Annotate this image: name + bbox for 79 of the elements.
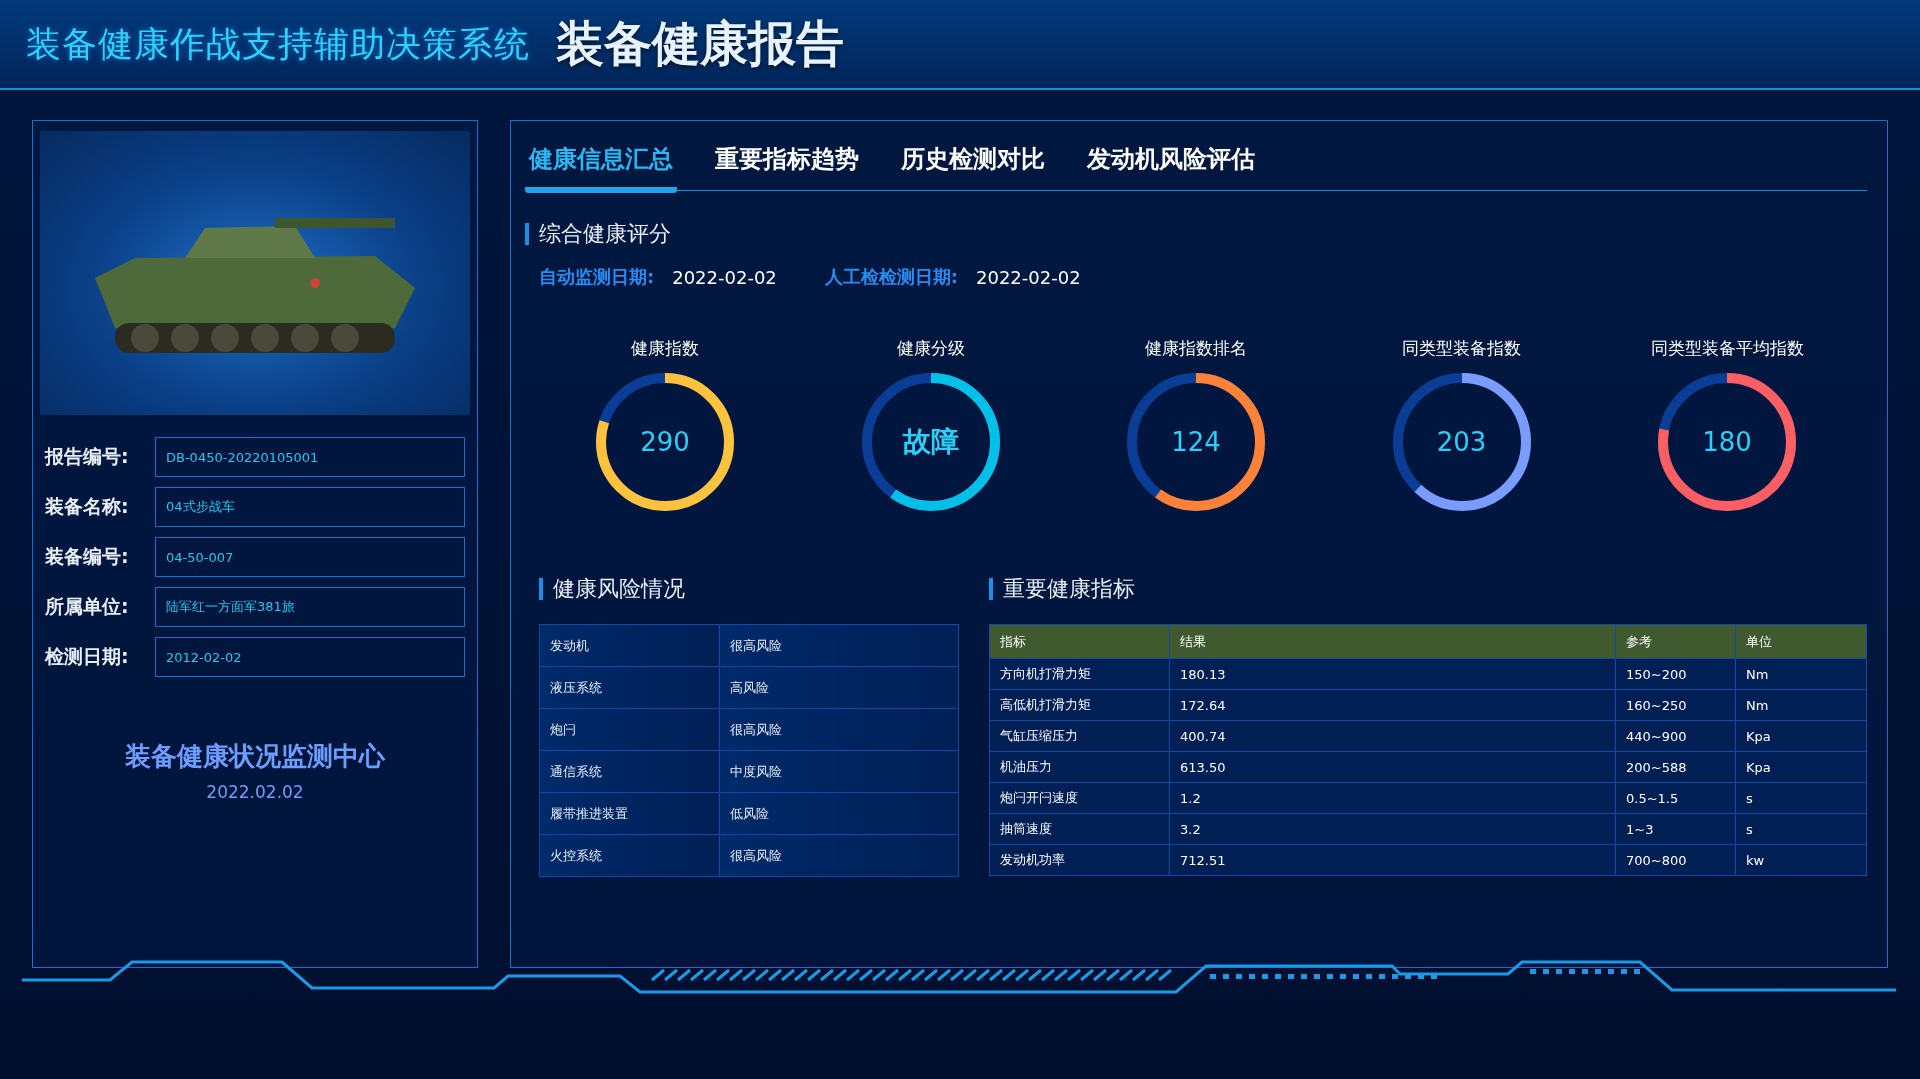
table-cell: 高低机打滑力矩: [989, 689, 1170, 721]
column-header: 结果: [1169, 624, 1616, 659]
gauge-value: 203: [1435, 427, 1488, 457]
table-cell: 很高风险: [719, 834, 959, 877]
table-cell: 180.13: [1169, 658, 1616, 690]
section-title: 综合健康评分: [525, 223, 1867, 245]
field-value: 04式步战车: [155, 487, 465, 527]
table-cell: 160~250: [1615, 689, 1736, 721]
table-cell: 发动机功率: [989, 844, 1170, 876]
date-label: 人工检检测日期:: [824, 265, 958, 289]
table-cell: 3.2: [1169, 813, 1616, 845]
table-cell: 履带推进装置: [539, 792, 720, 835]
table-cell: Nm: [1735, 658, 1867, 690]
system-title: 装备健康作战支持辅助决策系统: [26, 22, 530, 66]
field-label: 检测日期:: [45, 644, 130, 669]
table-cell: 172.64: [1169, 689, 1616, 721]
tab[interactable]: 历史检测对比: [897, 143, 1049, 193]
table-cell: 液压系统: [539, 666, 720, 709]
table-cell: 中度风险: [719, 750, 959, 793]
table-cell: 200~588: [1615, 751, 1736, 783]
section-title: 健康风险情况: [539, 578, 959, 600]
table-cell: 炮闩: [539, 708, 720, 751]
center-name: 装备健康状况监测中心: [125, 740, 385, 773]
table-cell: 1.2: [1169, 782, 1616, 814]
tab[interactable]: 发动机风险评估: [1083, 143, 1259, 193]
table-cell: 700~800: [1615, 844, 1736, 876]
field-value: 2012-02-02: [155, 637, 465, 677]
gauge-label: 健康指数排名: [1145, 337, 1247, 360]
table-cell: s: [1735, 782, 1867, 814]
table-cell: 高风险: [719, 666, 959, 709]
table-cell: 0.5~1.5: [1615, 782, 1736, 814]
page-title: 装备健康报告: [556, 14, 844, 73]
table-cell: 抽筒速度: [989, 813, 1170, 845]
tab[interactable]: 健康信息汇总: [525, 143, 677, 193]
center-date: 2022.02.02: [206, 782, 304, 802]
table-cell: 火控系统: [539, 834, 720, 877]
date-value: 2022-02-02: [672, 266, 777, 288]
table-cell: 440~900: [1615, 720, 1736, 752]
field-value: 陆军红一方面军381旅: [155, 587, 465, 627]
table-cell: kw: [1735, 844, 1867, 876]
gauge-value: 124: [1170, 427, 1222, 457]
gauge-label: 同类型装备指数: [1402, 337, 1521, 360]
table-cell: 机油压力: [989, 751, 1170, 783]
date-value: 2022-02-02: [976, 266, 1081, 288]
table-cell: 613.50: [1169, 751, 1616, 783]
table-cell: 400.74: [1169, 720, 1616, 752]
column-header: 参考: [1615, 624, 1736, 659]
table-cell: 很高风险: [719, 708, 959, 751]
tab[interactable]: 重要指标趋势: [711, 143, 863, 193]
column-header: 单位: [1735, 624, 1867, 659]
column-header: 指标: [989, 624, 1170, 659]
field-value: DB-0450-20220105001: [155, 437, 465, 477]
table-cell: s: [1735, 813, 1867, 845]
table-cell: 炮闩开闩速度: [989, 782, 1170, 814]
gauge-label: 同类型装备平均指数: [1650, 337, 1804, 360]
table-cell: 712.51: [1169, 844, 1616, 876]
gauge-label: 健康分级: [896, 337, 965, 360]
field-value: 04-50-007: [155, 537, 465, 577]
table-cell: 气缸压缩压力: [989, 720, 1170, 752]
gauge-value: 290: [639, 427, 691, 457]
table-cell: 发动机: [539, 624, 720, 667]
table-cell: Nm: [1735, 689, 1867, 721]
field-label: 所属单位:: [45, 594, 130, 619]
gauge-value: 故障: [901, 424, 960, 460]
table-cell: 方向机打滑力矩: [989, 658, 1170, 690]
date-label: 自动监测日期:: [539, 265, 655, 289]
table-cell: 通信系统: [539, 750, 720, 793]
section-title: 重要健康指标: [989, 578, 1867, 600]
table-cell: 低风险: [719, 792, 959, 835]
table-cell: Kpa: [1735, 720, 1867, 752]
gauge-label: 健康指数: [631, 337, 699, 360]
table-cell: 150~200: [1615, 658, 1736, 690]
table-cell: 1~3: [1615, 813, 1736, 845]
table-cell: Kpa: [1735, 751, 1867, 783]
field-label: 报告编号:: [45, 444, 130, 469]
field-label: 装备编号:: [45, 544, 130, 569]
table-cell: 很高风险: [719, 624, 959, 667]
field-label: 装备名称:: [45, 494, 130, 519]
gauge-value: 180: [1701, 427, 1753, 457]
